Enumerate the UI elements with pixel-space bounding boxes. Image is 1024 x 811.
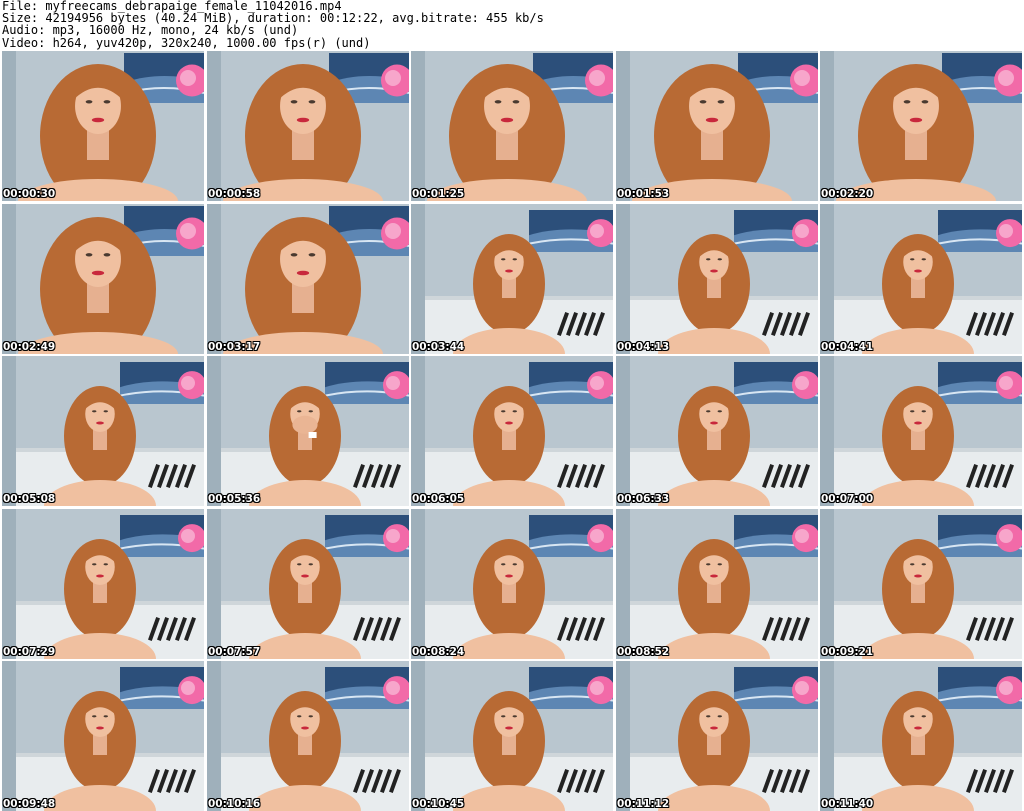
thumbnail-frame <box>411 509 613 659</box>
video-thumbnail: 00:11:12 <box>616 661 818 811</box>
audio-info-line: Audio: mp3, 16000 Hz, mono, 24 kb/s (und… <box>2 23 299 38</box>
thumbnail-frame <box>820 51 1022 201</box>
thumbnail-frame <box>207 509 409 659</box>
video-thumbnail: 00:09:21 <box>820 509 1022 659</box>
thumbnail-timestamp: 00:10:45 <box>412 798 465 810</box>
thumbnail-timestamp: 00:07:00 <box>821 493 874 505</box>
video-thumbnail: 00:06:05 <box>411 356 613 506</box>
thumbnail-timestamp: 00:08:52 <box>617 646 670 658</box>
video-thumbnail: 00:10:16 <box>207 661 409 811</box>
video-thumbnail: 00:03:44 <box>411 204 613 354</box>
thumbnail-timestamp: 00:07:57 <box>208 646 261 658</box>
thumbnail-frame <box>207 356 409 506</box>
thumbnail-timestamp: 00:04:13 <box>617 341 670 353</box>
thumbnail-frame <box>616 356 818 506</box>
thumbnail-timestamp: 00:06:05 <box>412 493 465 505</box>
thumbnail-timestamp: 00:09:21 <box>821 646 874 658</box>
thumbnail-timestamp: 00:02:49 <box>3 341 56 353</box>
thumbnail-frame <box>2 509 204 659</box>
video-thumbnail: 00:05:08 <box>2 356 204 506</box>
thumbnail-timestamp: 00:00:58 <box>208 188 261 200</box>
thumbnail-timestamp: 00:02:20 <box>821 188 874 200</box>
thumbnail-frame <box>616 509 818 659</box>
thumbnail-timestamp: 00:05:36 <box>208 493 261 505</box>
thumbnail-frame <box>207 204 409 354</box>
thumbnail-timestamp: 00:07:29 <box>3 646 56 658</box>
thumbnail-frame <box>616 661 818 811</box>
thumbnail-timestamp: 00:06:33 <box>617 493 670 505</box>
video-thumbnail: 00:02:20 <box>820 51 1022 201</box>
thumbnail-frame <box>2 204 204 354</box>
thumbnail-frame <box>820 204 1022 354</box>
thumbnail-timestamp: 00:08:24 <box>412 646 465 658</box>
thumbnail-timestamp: 00:01:25 <box>412 188 465 200</box>
video-thumbnail: 00:08:52 <box>616 509 818 659</box>
thumbnail-frame <box>820 509 1022 659</box>
thumbnail-timestamp: 00:03:17 <box>208 341 261 353</box>
thumbnail-timestamp: 00:09:48 <box>3 798 56 810</box>
thumbnail-frame <box>2 356 204 506</box>
video-thumbnail: 00:07:00 <box>820 356 1022 506</box>
thumbnail-timestamp: 00:01:53 <box>617 188 670 200</box>
video-thumbnail: 00:06:33 <box>616 356 818 506</box>
thumbnail-timestamp: 00:10:16 <box>208 798 261 810</box>
video-thumbnail: 00:03:17 <box>207 204 409 354</box>
video-info-line: Video: h264, yuv420p, 320x240, 1000.00 f… <box>2 35 371 50</box>
video-thumbnail: 00:01:53 <box>616 51 818 201</box>
thumbnail-frame <box>2 51 204 201</box>
thumbnail-frame <box>820 356 1022 506</box>
thumbnail-frame <box>207 51 409 201</box>
video-thumbnail: 00:02:49 <box>2 204 204 354</box>
thumbnail-frame <box>411 661 613 811</box>
video-thumbnail: 00:00:58 <box>207 51 409 201</box>
thumbnail-frame <box>820 661 1022 811</box>
thumbnail-timestamp: 00:11:40 <box>821 798 874 810</box>
thumbnail-frame <box>207 661 409 811</box>
thumbnail-grid: 00:00:30 00:00:58 00:01:25 00:01:53 00:02:20… <box>2 51 1022 811</box>
thumbnail-frame <box>616 51 818 201</box>
thumbnail-frame <box>616 204 818 354</box>
video-thumbnail: 00:10:45 <box>411 661 613 811</box>
thumbnail-timestamp: 00:04:41 <box>821 341 874 353</box>
thumbnail-frame <box>411 51 613 201</box>
video-thumbnail: 00:01:25 <box>411 51 613 201</box>
video-thumbnail: 00:05:36 <box>207 356 409 506</box>
video-thumbnail: 00:11:40 <box>820 661 1022 811</box>
thumbnail-timestamp: 00:00:30 <box>3 188 56 200</box>
thumbnail-timestamp: 00:03:44 <box>412 341 465 353</box>
video-thumbnail: 00:08:24 <box>411 509 613 659</box>
video-thumbnail: 00:00:30 <box>2 51 204 201</box>
video-thumbnail: 00:07:29 <box>2 509 204 659</box>
thumbnail-timestamp: 00:11:12 <box>617 798 670 810</box>
thumbnail-frame <box>411 356 613 506</box>
thumbnail-timestamp: 00:05:08 <box>3 493 56 505</box>
thumbnail-frame <box>2 661 204 811</box>
file-info-header: File: myfreecams_debrapaige_female_11042… <box>2 0 1022 49</box>
video-thumbnail: 00:04:13 <box>616 204 818 354</box>
video-thumbnail: 00:04:41 <box>820 204 1022 354</box>
video-thumbnail: 00:07:57 <box>207 509 409 659</box>
video-thumbnail: 00:09:48 <box>2 661 204 811</box>
thumbnail-frame <box>411 204 613 354</box>
